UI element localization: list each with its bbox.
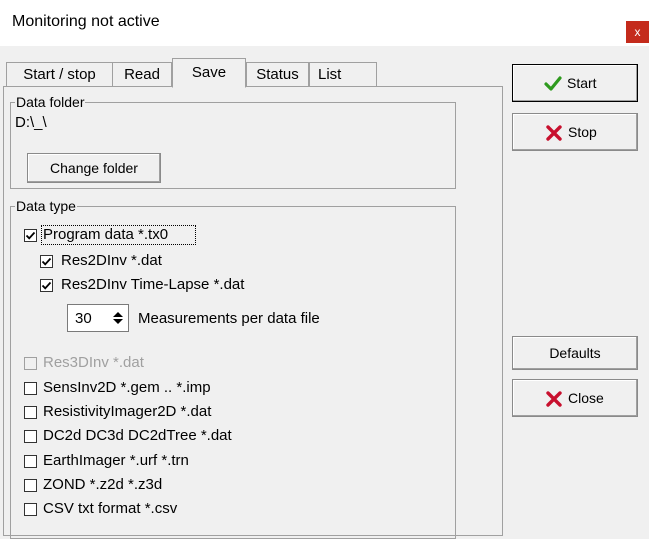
- defaults-button[interactable]: Defaults: [512, 336, 638, 370]
- change-folder-button[interactable]: Change folder: [27, 153, 161, 183]
- tab-status[interactable]: Status: [246, 62, 309, 86]
- data-folder-group: Data folder D:\_\ Change folder: [10, 94, 456, 189]
- resistivityimager2d-label[interactable]: ResistivityImager2D *.dat: [43, 403, 211, 420]
- res2dinv-label[interactable]: Res2DInv *.dat: [61, 252, 162, 269]
- csv-label[interactable]: CSV txt format *.csv: [43, 500, 177, 517]
- checkmark-icon: [41, 281, 52, 290]
- earthimager-checkbox[interactable]: [24, 455, 37, 468]
- measurements-label: Measurements per data file: [138, 310, 320, 327]
- program-data-label[interactable]: Program data *.tx0: [43, 226, 168, 243]
- sensinv2d-label[interactable]: SensInv2D *.gem .. *.imp: [43, 379, 211, 396]
- checkmark-icon: [41, 257, 52, 266]
- zond-label[interactable]: ZOND *.z2d *.z3d: [43, 476, 162, 493]
- res2dinv-timelapse-checkbox[interactable]: [40, 279, 53, 292]
- close-button[interactable]: Close: [512, 379, 638, 417]
- window-title: Monitoring not active: [12, 13, 160, 30]
- measurements-value[interactable]: 30: [75, 310, 92, 327]
- data-type-legend: Data type: [15, 198, 77, 214]
- save-tab-panel: Data folder D:\_\ Change folder Data typ…: [3, 86, 503, 539]
- res3dinv-checkbox: [24, 357, 37, 370]
- checkmark-icon: [25, 231, 36, 240]
- tab-list[interactable]: List: [309, 62, 377, 86]
- start-label: Start: [567, 75, 597, 91]
- zond-checkbox[interactable]: [24, 479, 37, 492]
- res2dinv-timelapse-label[interactable]: Res2DInv Time-Lapse *.dat: [61, 276, 244, 293]
- tab-start-stop[interactable]: Start / stop: [6, 62, 113, 86]
- stop-button[interactable]: Stop: [512, 113, 638, 151]
- window-close-button[interactable]: x: [626, 21, 649, 43]
- stop-label: Stop: [568, 124, 597, 140]
- title-bar: Monitoring not active x: [0, 0, 649, 46]
- res2dinv-checkbox[interactable]: [40, 255, 53, 268]
- res3dinv-label: Res3DInv *.dat: [43, 354, 144, 371]
- close-label: Close: [568, 390, 604, 406]
- measurements-spinbox[interactable]: 30: [67, 304, 129, 332]
- red-x-icon: [546, 391, 562, 407]
- data-folder-legend: Data folder: [15, 94, 86, 110]
- tab-save[interactable]: Save: [172, 58, 246, 88]
- data-folder-path: D:\_\: [15, 114, 47, 131]
- dc2d-label[interactable]: DC2d DC3d DC2dTree *.dat: [43, 427, 232, 444]
- earthimager-label[interactable]: EarthImager *.urf *.trn: [43, 452, 189, 469]
- dc2d-checkbox[interactable]: [24, 430, 37, 443]
- green-check-icon: [544, 76, 562, 91]
- start-button[interactable]: Start: [512, 64, 638, 102]
- program-data-checkbox[interactable]: [24, 229, 37, 242]
- red-x-icon: [546, 125, 562, 141]
- data-type-group: Data type Program data *.tx0 Res2DInv *.…: [10, 198, 456, 539]
- csv-checkbox[interactable]: [24, 503, 37, 516]
- tab-read[interactable]: Read: [112, 62, 172, 86]
- spin-arrows-icon[interactable]: [112, 310, 124, 326]
- resistivityimager2d-checkbox[interactable]: [24, 406, 37, 419]
- sensinv2d-checkbox[interactable]: [24, 382, 37, 395]
